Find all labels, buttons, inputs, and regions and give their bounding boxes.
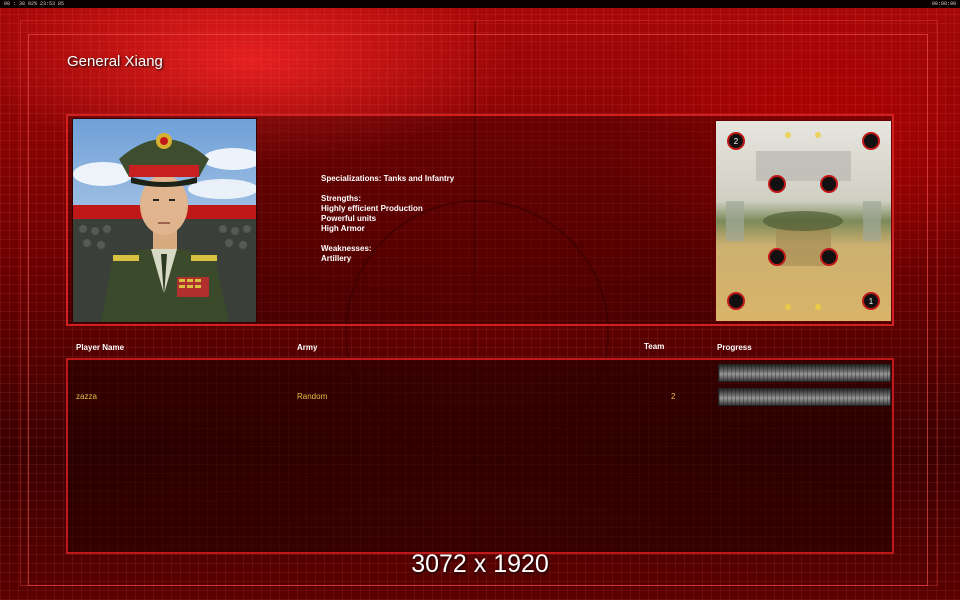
system-bar-left: 00 : 38 02% 23:53 85 [4,1,65,7]
weakness-item: Artillery [321,254,352,263]
player-progress-bar [718,364,891,382]
start-position-marker [820,175,838,193]
strength-item: Powerful units [321,214,377,223]
player-name: zazza [76,392,97,401]
start-position-marker [727,292,745,310]
header-team: Team [644,342,665,351]
general-title: General Xiang [67,53,163,70]
player-army: Random [297,392,328,401]
weaknesses-heading: Weaknesses: [321,244,372,253]
system-bar: 00 : 38 02% 23:53 85 00:00:00 [0,0,960,8]
general-description: Specializations: Tanks and Infantry Stre… [321,174,454,264]
strength-item: Highly efficient Production [321,204,423,213]
start-position-marker [862,132,880,150]
header-army: Army [297,343,318,352]
system-bar-clock: 00:00:00 [931,1,956,7]
start-position-marker [820,248,838,266]
player-team: 2 [671,392,676,401]
resolution-overlay: 3072 x 1920 [411,550,549,578]
start-label-2: 2 [734,137,739,146]
start-label-1: 1 [869,297,874,306]
header-player-name: Player Name [76,343,125,352]
strengths-heading: Strengths: [321,194,361,203]
specialization-text: Specializations: Tanks and Infantry [321,174,455,183]
player-progress-bar [718,388,891,406]
header-progress: Progress [717,343,752,352]
start-position-marker [768,175,786,193]
minimap[interactable]: 2 1 [715,120,892,322]
general-portrait-icon [72,118,257,323]
start-position-marker [768,248,786,266]
strength-item: High Armor [321,224,365,233]
